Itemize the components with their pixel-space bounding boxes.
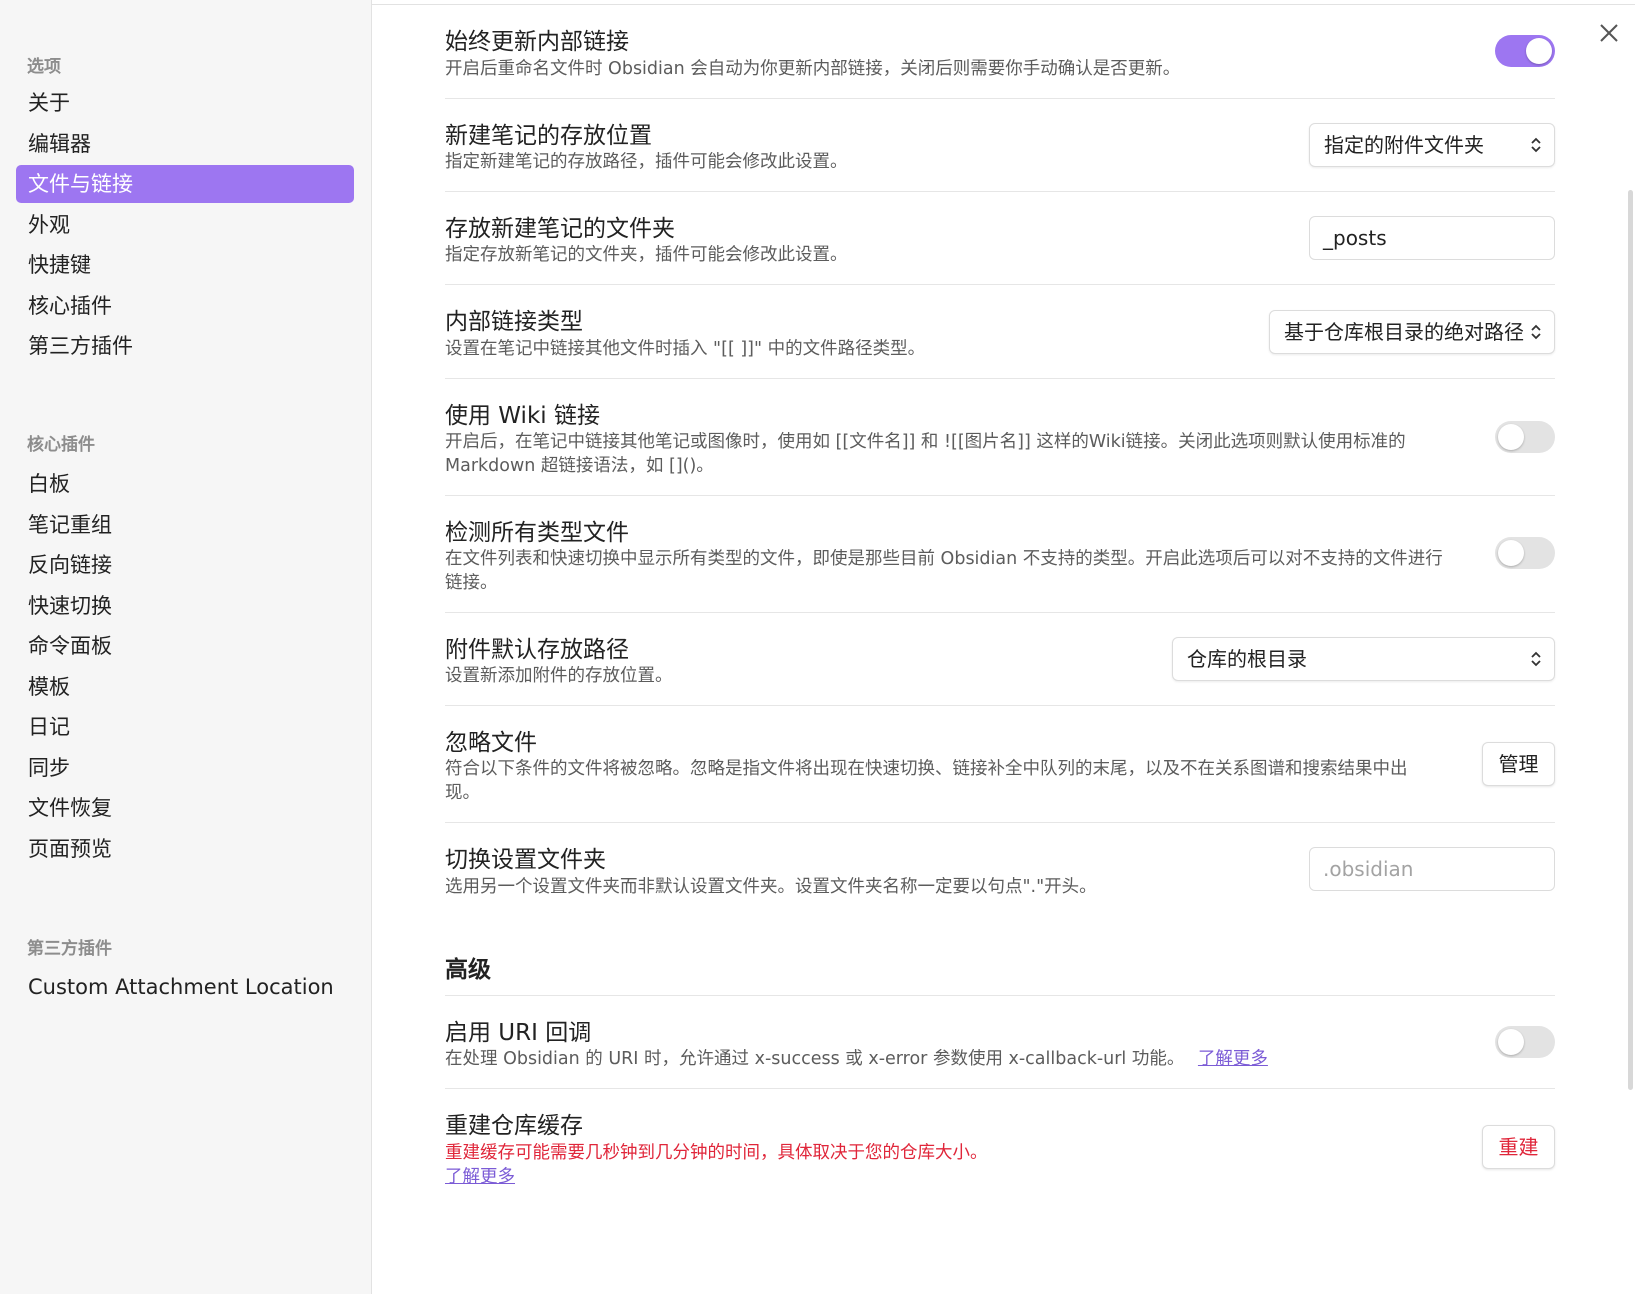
sidebar-item-editor[interactable]: 编辑器 bbox=[16, 125, 354, 163]
setting-description-warning: 重建缓存可能需要几秒钟到几分钟的时间，具体取决于您的仓库大小。 bbox=[445, 1143, 988, 1163]
input-new-note-folder[interactable]: _posts bbox=[1309, 216, 1555, 260]
setting-title: 切换设置文件夹 bbox=[445, 847, 606, 873]
setting-title: 存放新建笔记的文件夹 bbox=[445, 216, 675, 242]
learn-more-link[interactable]: 了解更多 bbox=[445, 1167, 515, 1187]
setting-title: 启用 URI 回调 bbox=[445, 1020, 592, 1046]
select-new-note-location[interactable]: 指定的附件文件夹 bbox=[1309, 123, 1555, 167]
setting-description: 指定新建笔记的存放路径，插件可能会修改此设置。 bbox=[445, 152, 848, 172]
chevron-updown-icon bbox=[1531, 137, 1541, 153]
sidebar-group-title-options: 选项 bbox=[27, 57, 61, 77]
toggle-detect-all-extensions[interactable] bbox=[1495, 537, 1555, 569]
sidebar-item-backlinks[interactable]: 反向链接 bbox=[16, 546, 354, 584]
divider bbox=[445, 284, 1555, 285]
divider bbox=[445, 495, 1555, 496]
setting-description-line2: 链接。 bbox=[445, 573, 498, 593]
setting-title: 新建笔记的存放位置 bbox=[445, 123, 652, 149]
setting-title: 重建仓库缓存 bbox=[445, 1113, 583, 1139]
learn-more-link[interactable]: 了解更多 bbox=[1198, 1049, 1268, 1069]
sidebar-item-file-recovery[interactable]: 文件恢复 bbox=[16, 789, 354, 827]
setting-description: 选用另一个设置文件夹而非默认设置文件夹。设置文件夹名称一定要以句点"."开头。 bbox=[445, 877, 1097, 897]
select-attachment-folder[interactable]: 仓库的根目录 bbox=[1172, 637, 1555, 681]
toggle-knob bbox=[1498, 1029, 1524, 1055]
close-icon[interactable] bbox=[1596, 20, 1622, 46]
setting-description-text: 在处理 Obsidian 的 URI 时，允许通过 x-success 或 x-… bbox=[445, 1049, 1185, 1069]
scrollbar[interactable] bbox=[1628, 190, 1633, 1090]
setting-description: 在处理 Obsidian 的 URI 时，允许通过 x-success 或 x-… bbox=[445, 1047, 1268, 1071]
setting-description-line2: Markdown 超链接语法，如 []()。 bbox=[445, 456, 714, 476]
setting-title: 内部链接类型 bbox=[445, 309, 583, 335]
settings-window: 选项 关于 编辑器 文件与链接 外观 快捷键 核心插件 第三方插件 核心插件 白… bbox=[0, 0, 1635, 1294]
setting-description: 设置在笔记中链接其他文件时插入 "[[ ]]" 中的文件路径类型。 bbox=[445, 339, 926, 359]
sidebar-group-title-core-plugins: 核心插件 bbox=[27, 435, 95, 455]
toggle-use-wikilinks[interactable] bbox=[1495, 421, 1555, 453]
setting-title: 检测所有类型文件 bbox=[445, 520, 629, 546]
setting-description-line1: 开启后，在笔记中链接其他笔记或图像时，使用如 [[文件名]] 和 ![[图片名]… bbox=[445, 432, 1406, 452]
toggle-always-update-links[interactable] bbox=[1495, 35, 1555, 67]
rebuild-button[interactable]: 重建 bbox=[1482, 1125, 1555, 1169]
section-heading-advanced: 高级 bbox=[445, 957, 491, 983]
select-value: 基于仓库根目录的绝对路径 bbox=[1284, 320, 1524, 344]
select-value: 指定的附件文件夹 bbox=[1324, 133, 1484, 157]
setting-title: 附件默认存放路径 bbox=[445, 637, 629, 663]
sidebar-item-quick-switcher[interactable]: 快速切换 bbox=[16, 587, 354, 625]
divider bbox=[445, 1088, 1555, 1089]
settings-content: 始终更新内部链接 开启后重命名文件时 Obsidian 会自动为你更新内部链接，… bbox=[445, 0, 1555, 1294]
divider bbox=[445, 612, 1555, 613]
chevron-updown-icon bbox=[1531, 651, 1541, 667]
setting-description-line1: 在文件列表和快速切换中显示所有类型的文件，即使是那些目前 Obsidian 不支… bbox=[445, 549, 1443, 569]
sidebar-item-hotkeys[interactable]: 快捷键 bbox=[16, 246, 354, 284]
toggle-knob bbox=[1526, 38, 1552, 64]
divider bbox=[445, 822, 1555, 823]
select-value: 仓库的根目录 bbox=[1187, 647, 1307, 671]
divider bbox=[445, 98, 1555, 99]
sidebar-item-sync[interactable]: 同步 bbox=[16, 749, 354, 787]
sidebar-group-title-community-plugins: 第三方插件 bbox=[27, 939, 112, 959]
setting-description: 开启后重命名文件时 Obsidian 会自动为你更新内部链接，关闭后则需要你手动… bbox=[445, 59, 1181, 79]
setting-description-line2: 现。 bbox=[445, 783, 480, 803]
sidebar-item-custom-attachment-location[interactable]: Custom Attachment Location bbox=[16, 968, 354, 1006]
setting-description: 设置新添加附件的存放位置。 bbox=[445, 666, 673, 686]
setting-description: 指定存放新笔记的文件夹，插件可能会修改此设置。 bbox=[445, 245, 848, 265]
chevron-updown-icon bbox=[1531, 324, 1541, 340]
sidebar-item-canvas[interactable]: 白板 bbox=[16, 465, 354, 503]
input-config-folder[interactable]: .obsidian bbox=[1309, 847, 1555, 891]
sidebar-item-files-links[interactable]: 文件与链接 bbox=[16, 165, 354, 203]
divider bbox=[445, 191, 1555, 192]
toggle-knob bbox=[1498, 424, 1524, 450]
select-link-format[interactable]: 基于仓库根目录的绝对路径 bbox=[1269, 310, 1555, 354]
sidebar-item-templates[interactable]: 模板 bbox=[16, 668, 354, 706]
sidebar-item-appearance[interactable]: 外观 bbox=[16, 206, 354, 244]
toggle-uri-callbacks[interactable] bbox=[1495, 1026, 1555, 1058]
settings-sidebar: 选项 关于 编辑器 文件与链接 外观 快捷键 核心插件 第三方插件 核心插件 白… bbox=[0, 0, 372, 1294]
setting-title: 使用 Wiki 链接 bbox=[445, 403, 600, 429]
sidebar-item-about[interactable]: 关于 bbox=[16, 84, 354, 122]
sidebar-item-community-plugins[interactable]: 第三方插件 bbox=[16, 327, 354, 365]
divider bbox=[445, 378, 1555, 379]
setting-description-line1: 符合以下条件的文件将被忽略。忽略是指文件将出现在快速切换、链接补全中队列的末尾，… bbox=[445, 759, 1408, 779]
divider bbox=[445, 995, 1555, 996]
sidebar-item-core-plugins[interactable]: 核心插件 bbox=[16, 287, 354, 325]
manage-button[interactable]: 管理 bbox=[1482, 742, 1555, 786]
sidebar-item-daily-notes[interactable]: 日记 bbox=[16, 708, 354, 746]
setting-description-link-line: 了解更多 bbox=[445, 1165, 515, 1189]
sidebar-item-command-palette[interactable]: 命令面板 bbox=[16, 627, 354, 665]
toggle-knob bbox=[1498, 540, 1524, 566]
divider bbox=[445, 705, 1555, 706]
sidebar-item-page-preview[interactable]: 页面预览 bbox=[16, 830, 354, 868]
sidebar-item-note-composer[interactable]: 笔记重组 bbox=[16, 506, 354, 544]
setting-title: 忽略文件 bbox=[445, 730, 537, 756]
setting-title: 始终更新内部链接 bbox=[445, 29, 629, 55]
